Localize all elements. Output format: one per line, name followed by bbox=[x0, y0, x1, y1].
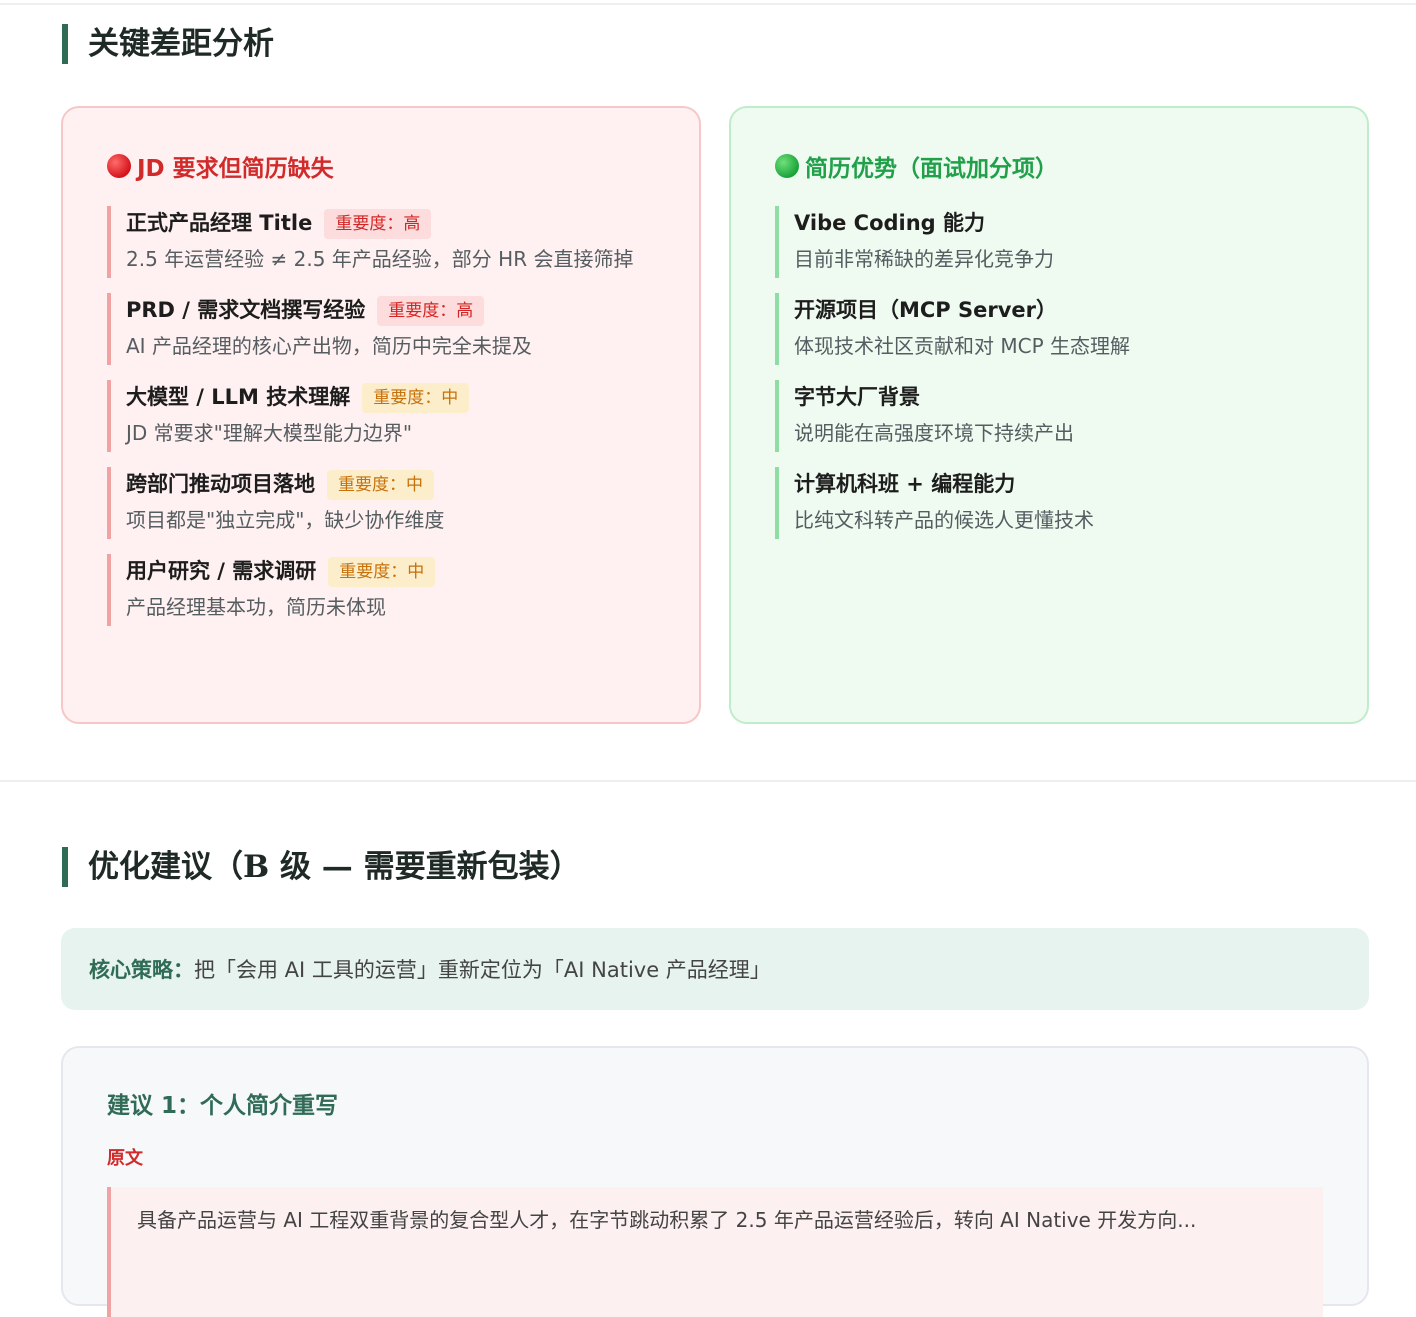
advantage-item-title: 开源项目（MCP Server） bbox=[794, 298, 1058, 322]
original-text-quote: 具备产品运营与 AI 工程双重背景的复合型人才，在字节跳动积累了 2.5 年产品… bbox=[107, 1187, 1323, 1317]
gap-item: 大模型 / LLM 技术理解 重要度：中 JD 常要求"理解大模型能力边界" bbox=[107, 380, 655, 452]
core-strategy-banner: 核心策略： 把「会用 AI 工具的运营」重新定位为「AI Native 产品经理… bbox=[61, 928, 1369, 1010]
gap-item: 跨部门推动项目落地 重要度：中 项目都是"独立完成"，缺少协作维度 bbox=[107, 467, 655, 539]
jd-missing-card: JD 要求但简历缺失 正式产品经理 Title 重要度：高 2.5 年运营经验 ≠… bbox=[61, 106, 701, 724]
red-circle-icon bbox=[107, 154, 131, 178]
resume-advantage-card: 简历优势（面试加分项） Vibe Coding 能力 目前非常稀缺的差异化竞争力… bbox=[729, 106, 1369, 724]
advantage-item-desc: 说明能在高强度环境下持续产出 bbox=[794, 421, 1074, 445]
section-divider bbox=[0, 780, 1416, 782]
gap-item-desc: AI 产品经理的核心产出物，简历中完全未提及 bbox=[126, 334, 532, 358]
advantage-item: 计算机科班 + 编程能力 比纯文科转产品的候选人更懂技术 bbox=[775, 467, 1323, 539]
jd-missing-heading: JD 要求但简历缺失 bbox=[107, 148, 655, 184]
gap-item-title: 大模型 / LLM 技术理解 bbox=[126, 385, 351, 409]
gap-item-title: PRD / 需求文档撰写经验 bbox=[126, 298, 366, 322]
importance-badge: 重要度：中 bbox=[328, 556, 436, 587]
advantage-heading-text: 简历优势（面试加分项） bbox=[805, 156, 1058, 182]
advantage-item-desc: 比纯文科转产品的候选人更懂技术 bbox=[794, 508, 1094, 532]
gap-item: PRD / 需求文档撰写经验 重要度：高 AI 产品经理的核心产出物，简历中完全未… bbox=[107, 293, 655, 365]
gap-item-title: 正式产品经理 Title bbox=[126, 211, 313, 235]
gap-item: 正式产品经理 Title 重要度：高 2.5 年运营经验 ≠ 2.5 年产品经验，… bbox=[107, 206, 655, 278]
section-title-gap-analysis: 关键差距分析 bbox=[62, 24, 274, 64]
advantage-item-title: 字节大厂背景 bbox=[794, 385, 920, 409]
gap-item-title: 用户研究 / 需求调研 bbox=[126, 559, 317, 583]
core-strategy-text: 把「会用 AI 工具的运营」重新定位为「AI Native 产品经理」 bbox=[194, 958, 771, 982]
gap-item: 用户研究 / 需求调研 重要度：中 产品经理基本功，简历未体现 bbox=[107, 554, 655, 626]
suggestion-card: 建议 1：个人简介重写 原文 具备产品运营与 AI 工程双重背景的复合型人才，在… bbox=[61, 1046, 1369, 1317]
importance-badge: 重要度：高 bbox=[377, 295, 485, 326]
advantage-item: 开源项目（MCP Server） 体现技术社区贡献和对 MCP 生态理解 bbox=[775, 293, 1323, 365]
advantage-item: 字节大厂背景 说明能在高强度环境下持续产出 bbox=[775, 380, 1323, 452]
advantage-item-title: 计算机科班 + 编程能力 bbox=[794, 472, 1016, 496]
advantage-item-title: Vibe Coding 能力 bbox=[794, 211, 986, 235]
gap-item-desc: JD 常要求"理解大模型能力边界" bbox=[126, 421, 413, 445]
importance-badge: 重要度：中 bbox=[327, 469, 434, 500]
original-label: 原文 bbox=[107, 1148, 143, 1169]
advantage-item-desc: 目前非常稀缺的差异化竞争力 bbox=[794, 247, 1054, 271]
importance-badge: 重要度：中 bbox=[362, 382, 470, 413]
advantage-item-desc: 体现技术社区贡献和对 MCP 生态理解 bbox=[794, 334, 1130, 358]
top-divider bbox=[0, 3, 1416, 5]
gap-item-title: 跨部门推动项目落地 bbox=[126, 472, 315, 496]
gap-item-desc: 2.5 年运营经验 ≠ 2.5 年产品经验，部分 HR 会直接筛掉 bbox=[126, 247, 634, 271]
section-title-optimization: 优化建议（B 级 — 需要重新包装） bbox=[62, 847, 581, 887]
gap-item-desc: 产品经理基本功，简历未体现 bbox=[126, 595, 386, 619]
suggestion-title: 建议 1：个人简介重写 bbox=[107, 1093, 339, 1119]
importance-badge: 重要度：高 bbox=[324, 208, 432, 239]
gap-item-desc: 项目都是"独立完成"，缺少协作维度 bbox=[126, 508, 445, 532]
jd-missing-heading-text: JD 要求但简历缺失 bbox=[137, 156, 334, 182]
core-strategy-label: 核心策略： bbox=[89, 958, 194, 982]
advantage-item: Vibe Coding 能力 目前非常稀缺的差异化竞争力 bbox=[775, 206, 1323, 278]
green-circle-icon bbox=[775, 154, 799, 178]
advantage-heading: 简历优势（面试加分项） bbox=[775, 148, 1323, 184]
